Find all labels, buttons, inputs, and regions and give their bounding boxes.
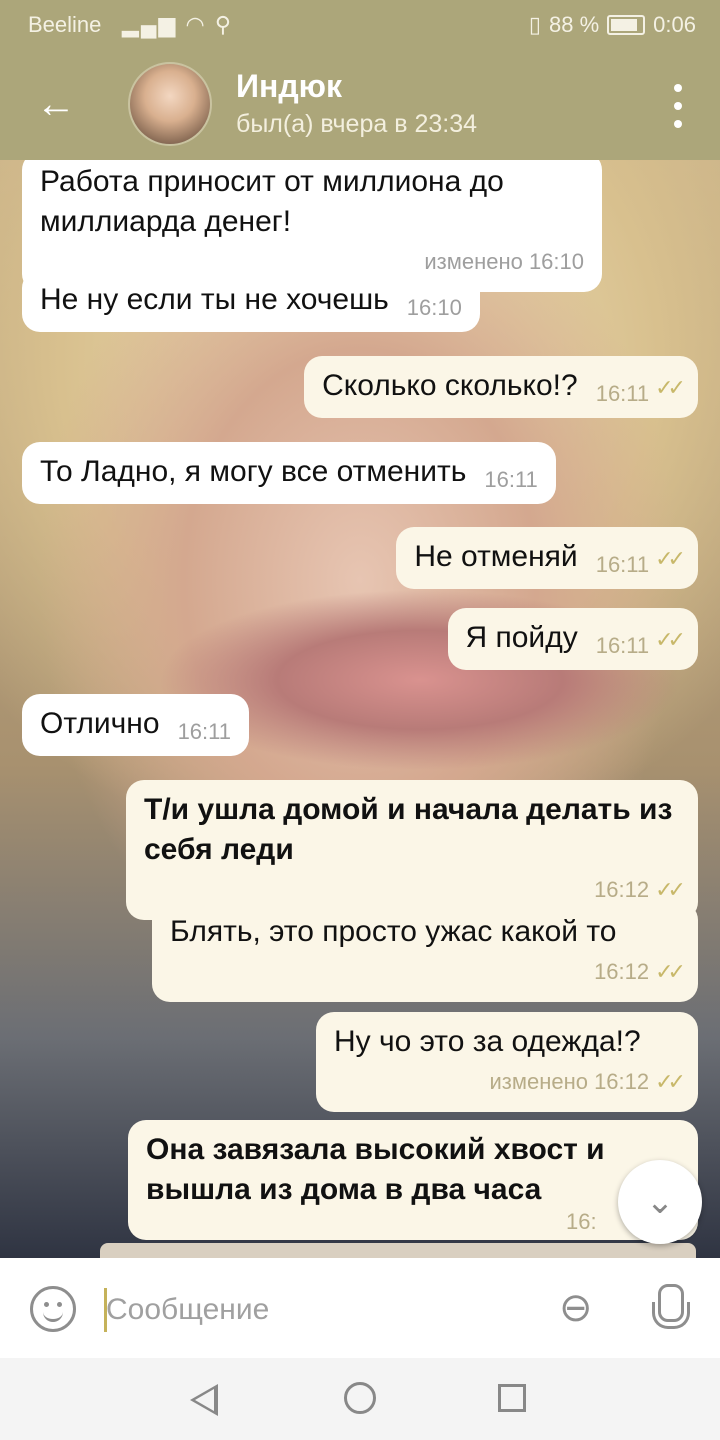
message-text: Блять, это просто ужас какой то: [170, 915, 617, 948]
message-time: 16:12: [594, 877, 650, 902]
vibrate-icon: ▯: [528, 12, 542, 37]
message-text: Работа приносит от миллиона до миллиарда…: [40, 165, 504, 238]
message-time: 16:11: [595, 633, 650, 658]
triangle-back-icon[interactable]: [190, 1384, 218, 1416]
message-bubble[interactable]: Я пойду 16:11 ✓✓: [447, 608, 698, 670]
read-check-icon: ✓✓: [655, 375, 686, 400]
message-bubble[interactable]: Ну чо это за одежда!? изменено 16:12 ✓✓: [316, 1012, 698, 1112]
chat-area[interactable]: Работа приносит от миллиона до миллиарда…: [0, 160, 720, 1258]
message-text: Она завязала высокий хвост и вышла из до…: [146, 1133, 605, 1206]
message-time: 16:10: [406, 295, 462, 320]
message-bubble[interactable]: Блять, это просто ужас какой то 16:12 ✓✓: [152, 902, 698, 1002]
message-bubble[interactable]: Не ну если ты не хочешь 16:10: [22, 270, 480, 332]
battery-icon: [607, 15, 646, 35]
battery-percent: 88 %: [549, 12, 600, 37]
message-input[interactable]: [106, 1288, 526, 1332]
message-bubble[interactable]: Т/и ушла домой и начала делать из себя л…: [126, 780, 698, 920]
read-check-icon: ✓✓: [655, 1069, 686, 1094]
status-bar: Beeline ▂▄▆ ◠ ⚲ ▯ 88 % 0:06: [0, 0, 720, 48]
message-text: Т/и ушла домой и начала делать из себя л…: [144, 793, 673, 866]
message-time: 16:12: [594, 959, 650, 984]
microphone-icon[interactable]: [650, 1284, 690, 1336]
last-seen-status: был(а) вчера в 23:34: [236, 110, 478, 138]
read-check-icon: ✓✓: [655, 546, 686, 571]
chevron-down-icon[interactable]: ⌄: [618, 1160, 702, 1244]
message-text: То Ладно, я могу все отменить: [40, 455, 467, 488]
message-bubble[interactable]: Отлично 16:11: [22, 694, 249, 756]
message-time: 16:11: [595, 552, 650, 577]
message-text: Не ну если ты не хочешь: [40, 283, 389, 316]
avatar[interactable]: [128, 62, 212, 146]
message-text: Отлично: [40, 707, 160, 740]
message-time: 16:11: [484, 467, 538, 492]
read-check-icon: ✓✓: [655, 627, 686, 652]
message-bubble[interactable]: Она завязала высокий хвост и вышла из до…: [128, 1120, 698, 1240]
message-bubble[interactable]: Не отменяй 16:11 ✓✓: [396, 527, 698, 589]
read-check-icon: ✓✓: [655, 877, 686, 902]
read-check-icon: ✓✓: [655, 959, 686, 984]
message-text: Ну чо это за одежда!?: [334, 1025, 641, 1058]
system-nav-bar: [0, 1358, 720, 1440]
status-right: ▯ 88 % 0:06: [529, 12, 696, 38]
contact-name[interactable]: Индюк: [236, 68, 342, 105]
message-text: Я пойду: [465, 621, 578, 654]
message-text: Не отменяй: [414, 540, 578, 573]
message-bubble[interactable]: То Ладно, я могу все отменить 16:11: [22, 442, 556, 504]
signal-wifi-search-icons: ▂▄▆ ◠ ⚲: [122, 12, 233, 37]
square-recent-icon[interactable]: [498, 1384, 526, 1412]
message-time: 16:: [566, 1209, 597, 1234]
circle-home-icon[interactable]: [344, 1382, 376, 1414]
clock: 0:06: [653, 12, 696, 37]
more-vertical-icon[interactable]: [666, 84, 690, 128]
message-time: 16:11: [595, 381, 650, 406]
message-time: 16:11: [177, 719, 231, 744]
arrow-left-icon[interactable]: ←: [32, 80, 80, 128]
smile-icon[interactable]: [30, 1286, 76, 1332]
paperclip-icon[interactable]: ⊘: [542, 1274, 610, 1342]
chat-header: ← Индюк был(а) вчера в 23:34: [0, 48, 720, 160]
message-time: изменено 16:12: [489, 1069, 650, 1094]
message-bubble[interactable]: Сколько сколько!? 16:11 ✓✓: [304, 356, 698, 418]
message-input-bar: ⊘: [0, 1258, 720, 1358]
image-message-preview[interactable]: [100, 1243, 696, 1258]
carrier-label: Beeline: [28, 12, 102, 37]
message-text: Сколько сколько!?: [322, 369, 578, 402]
